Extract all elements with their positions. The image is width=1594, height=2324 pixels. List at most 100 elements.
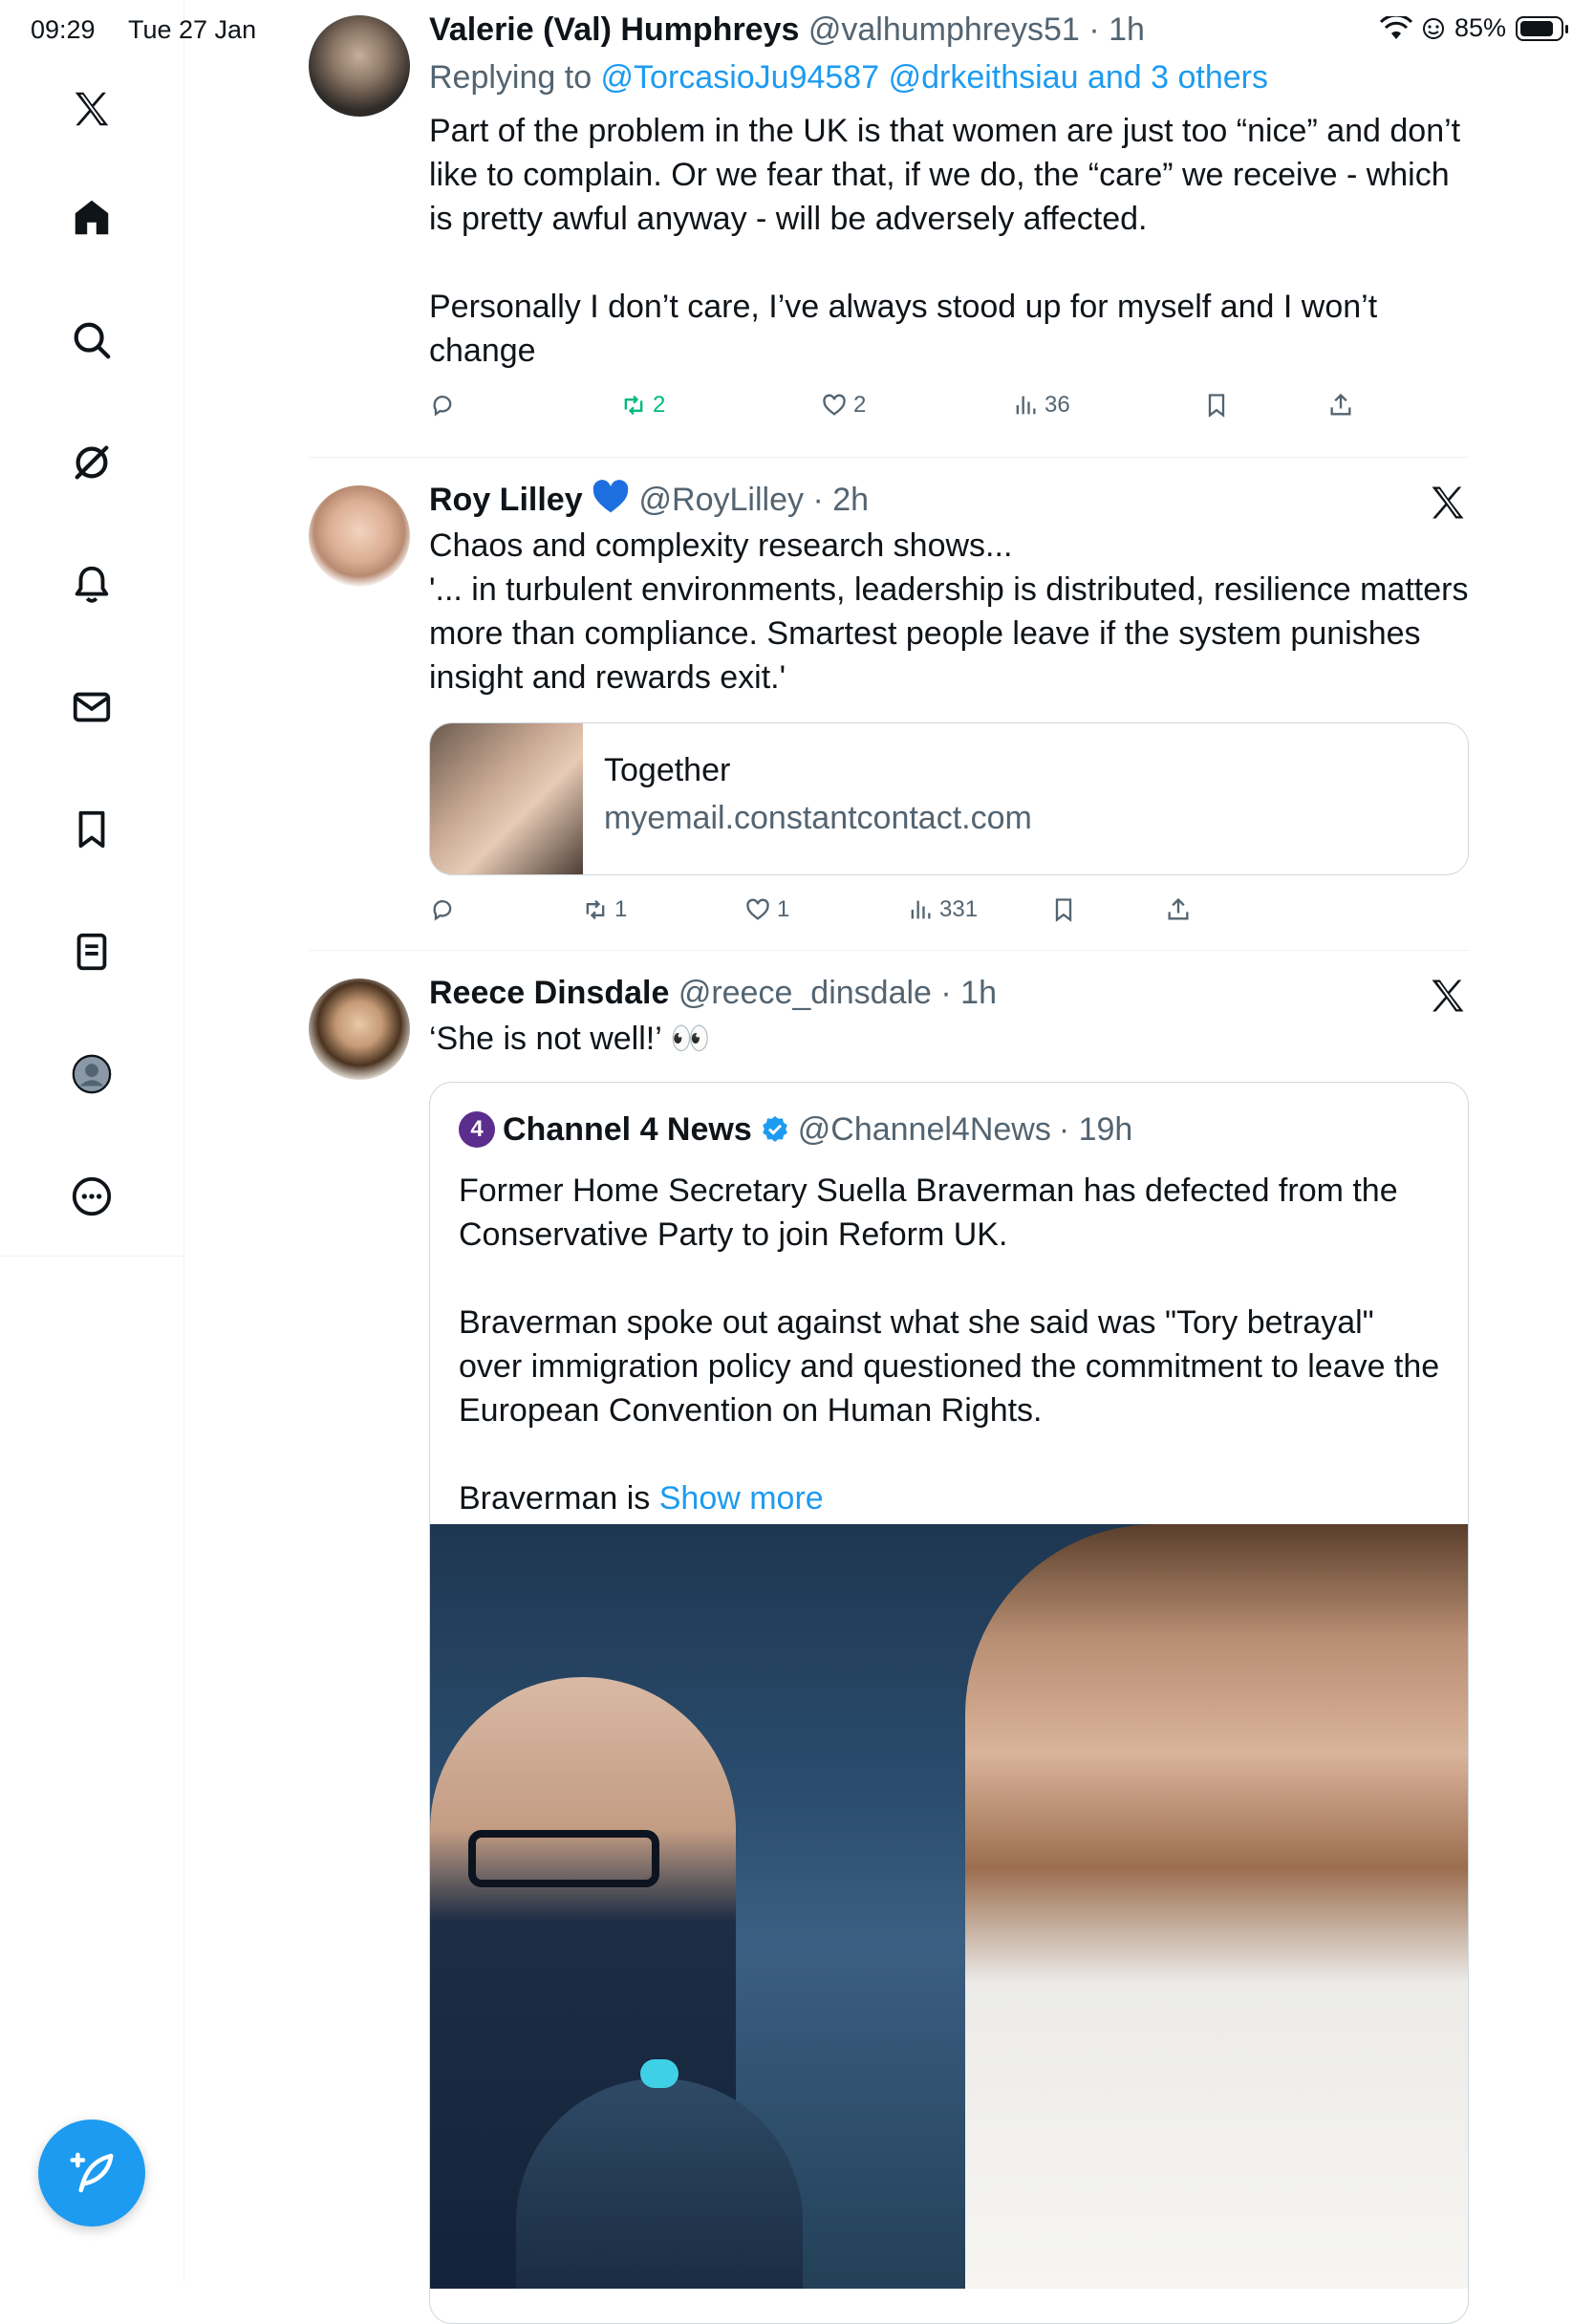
views-icon [911,900,931,919]
reply-button[interactable] [429,896,456,923]
quoted-paragraph [459,1432,1443,1476]
retweet-icon [586,899,605,920]
show-more-link[interactable]: Show more [659,1480,824,1517]
tweet-text: Chaos and complexity research shows... '… [429,524,1469,699]
like-button[interactable]: 2 [821,392,866,419]
views-button[interactable]: 331 [907,896,978,923]
link-card[interactable]: Together myemail.constantcontact.com [429,722,1469,875]
more-icon[interactable] [54,1158,130,1235]
quoted-author-name[interactable]: Channel 4 News [503,1109,752,1150]
like-count: 2 [853,392,867,418]
wifi-icon [1379,15,1412,39]
link-card-title: Together [604,752,731,788]
tweet-text: ‘She is not well!’ 👀 [429,1021,711,1057]
profile-icon[interactable] [54,1036,130,1112]
bell-icon[interactable] [54,547,130,623]
views-count: 36 [1045,392,1070,418]
tweet-paragraph [429,241,1469,285]
retweet-button[interactable]: 2 [620,392,665,419]
status-bar: 09:29 Tue 27 Jan 85% [0,0,1594,59]
views-icon [1016,396,1036,415]
tweet-time: · 2h [812,482,870,518]
quoted-tweet-time: · 19h [1058,1111,1133,1148]
author-name[interactable]: Reece Dinsdale [429,975,669,1011]
author-name[interactable]: Roy Lilley [429,482,583,518]
tweet-paragraph: Part of the problem in the UK is that wo… [429,113,1461,237]
image-glasses [468,1830,659,1887]
share-button[interactable] [1165,896,1192,923]
tweet-actions: 2 2 36 [429,392,1469,430]
battery-icon [1516,15,1568,41]
reply-icon [433,396,452,417]
share-button[interactable] [1327,392,1354,419]
status-right: 85% [1379,13,1568,43]
image-person-right [965,1524,1468,2289]
replying-links[interactable]: @TorcasioJu94587 @drkeithsiau and 3 othe… [601,59,1268,96]
quoted-paragraph: Former Home Secretary Suella Braverman h… [459,1173,1398,1253]
tweet-body: Reece Dinsdale @reece_dinsdale · 1h ‘She… [429,973,1469,1061]
quoted-paragraph [459,1257,1443,1301]
search-icon[interactable] [54,302,130,378]
replying-to: Replying to @TorcasioJu94587 @drkeithsia… [429,57,1469,97]
avatar[interactable] [309,979,410,1080]
share-icon [1168,897,1189,920]
tweet-actions: 1 1 331 [429,896,1469,935]
tweet-paragraph: Personally I don’t care, I’ve always sto… [429,289,1378,369]
like-button[interactable]: 1 [744,896,789,923]
x-logo-icon[interactable] [54,71,130,147]
heart-icon [746,898,769,920]
tweet-time: · 1h [940,975,997,1011]
tweet-separator [309,457,1469,458]
tweet-header: Reece Dinsdale @reece_dinsdale · 1h [429,973,1469,1013]
home-icon[interactable] [54,180,130,256]
author-handle[interactable]: @RoyLilley [639,482,804,518]
compose-icon [70,2152,114,2193]
tweet-separator [309,950,1469,951]
bookmark-icon [1055,898,1072,922]
status-time: 09:29 [31,15,96,44]
views-count: 331 [939,896,979,922]
avatar[interactable] [309,485,410,587]
quoted-tweet[interactable]: 4 Channel 4 News @Channel4News · 19h For… [429,1082,1469,2324]
verified-badge-icon [762,1116,787,1142]
grok-icon[interactable] [54,424,130,501]
compose-button[interactable] [38,2120,145,2227]
bookmark-button[interactable] [1050,896,1077,923]
quoted-paragraph-truncated: Braverman is Show more [459,1476,1443,1520]
tweet-paragraph: '... in turbulent environments, leadersh… [429,571,1469,696]
bookmark-icon [1208,394,1225,418]
tweet-body: Valerie (Val) Humphreys @valhumphreys51 … [429,10,1469,373]
retweet-button[interactable]: 1 [582,896,627,923]
retweet-count: 1 [614,896,628,922]
quoted-tweet-image[interactable] [430,1524,1468,2289]
link-card-domain: myemail.constantcontact.com [604,800,1032,836]
author-handle[interactable]: @reece_dinsdale [679,975,932,1011]
x-logo-icon[interactable] [1427,482,1469,524]
tweet-body: Roy Lilley @RoyLilley · 2h Chaos and com… [429,480,1469,699]
tweet-text: Part of the problem in the UK is that wo… [429,109,1469,373]
mail-icon[interactable] [54,669,130,745]
truncated-text: Braverman is [459,1480,659,1517]
focus-icon [1422,17,1444,39]
x-logo-icon[interactable] [1427,975,1469,1017]
share-icon [1330,393,1351,416]
list-icon[interactable] [54,914,130,990]
status-date: Tue 27 Jan [128,15,257,44]
sidebar [0,0,184,2282]
replying-prefix: Replying to [429,59,601,96]
bookmark-icon[interactable] [54,791,130,868]
retweet-count: 2 [653,392,666,418]
views-button[interactable]: 36 [1012,392,1070,419]
quoted-author-handle[interactable]: @Channel4News [798,1109,1051,1150]
reply-icon [433,900,452,921]
tweet-paragraph: Chaos and complexity research shows... [429,527,1013,564]
reply-button[interactable] [429,392,456,419]
tweet-header: Roy Lilley @RoyLilley · 2h [429,480,1469,520]
quoted-paragraph: Braverman spoke out against what she sai… [459,1304,1440,1429]
retweet-icon [624,395,643,416]
bookmark-button[interactable] [1203,392,1230,419]
heart-icon [823,394,846,416]
quoted-tweet-header: 4 Channel 4 News @Channel4News · 19h [459,1109,1132,1150]
image-cyan-highlight [640,2059,679,2088]
channel4-logo-icon: 4 [459,1111,495,1148]
